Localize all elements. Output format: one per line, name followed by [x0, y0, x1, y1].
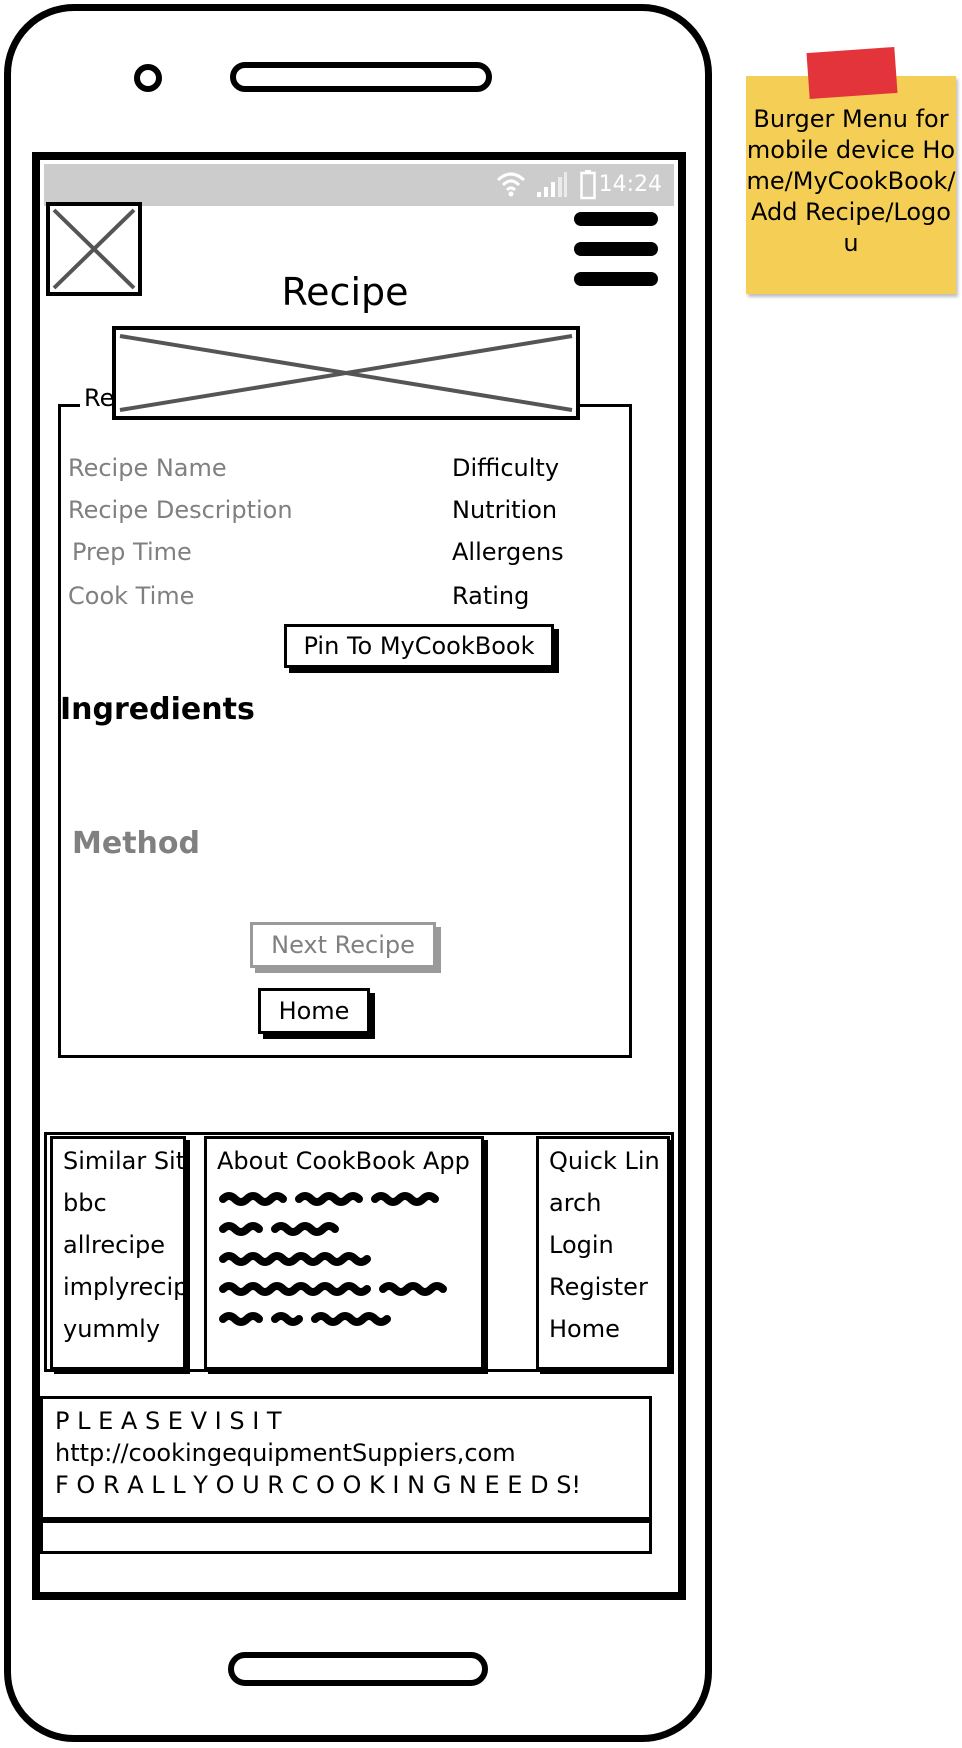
method-heading: Method — [72, 826, 200, 861]
burger-bar — [574, 242, 658, 256]
about-title: About CookBook App — [217, 1147, 470, 1175]
similar-sites-box: Similar Sit bbc allrecipe implyrecip yum… — [50, 1136, 186, 1370]
signal-icon — [537, 172, 567, 197]
prep-time-label: Prep Time — [72, 538, 192, 566]
recipe-description-label: Recipe Description — [68, 496, 293, 524]
similar-site-link[interactable]: allrecipe — [63, 1231, 165, 1259]
next-recipe-button[interactable]: Next Recipe — [250, 922, 436, 968]
quick-link-register[interactable]: Register — [549, 1273, 648, 1301]
similar-site-link[interactable]: bbc — [63, 1189, 107, 1217]
advert-line-3: F O R A L L Y O U R C O O K I N G N E E … — [55, 1471, 582, 1499]
speaker-slot — [230, 62, 492, 92]
burger-bar — [574, 272, 658, 286]
similar-sites-title: Similar Sit — [63, 1147, 186, 1175]
hardware-home-button[interactable] — [228, 1652, 488, 1686]
pin-to-mycookbook-button[interactable]: Pin To MyCookBook — [284, 624, 554, 668]
burger-bar — [574, 212, 658, 226]
recipe-image-placeholder — [112, 326, 580, 420]
quick-link-search[interactable]: arch — [549, 1189, 601, 1217]
wifi-icon — [496, 172, 526, 197]
nutrition-label: Nutrition — [452, 496, 558, 524]
difficulty-label: Difficulty — [452, 454, 560, 482]
camera-icon — [134, 64, 162, 92]
similar-site-link[interactable]: implyrecip — [63, 1273, 183, 1301]
recipe-name-label: Recipe Name — [68, 454, 227, 482]
sticky-note-text: Burger Menu for mobile device Home/MyCoo… — [746, 105, 956, 257]
advert-line-1: P L E A S E V I S I T — [55, 1407, 282, 1435]
rating-label: Rating — [452, 582, 530, 610]
quick-link-login[interactable]: Login — [549, 1231, 614, 1259]
similar-site-link[interactable]: yummly — [63, 1315, 160, 1343]
status-time: 14:24 — [598, 172, 662, 197]
allergens-label: Allergens — [452, 538, 564, 566]
bottom-strip — [40, 1520, 652, 1554]
status-bar: 14:24 — [44, 164, 674, 206]
logo-image-placeholder[interactable] — [46, 202, 142, 296]
image-placeholder-icon — [52, 208, 136, 290]
image-placeholder-icon — [119, 334, 573, 412]
advert-banner[interactable]: P L E A S E V I S I T http://cookingequi… — [40, 1396, 652, 1520]
home-button[interactable]: Home — [258, 988, 370, 1034]
cook-time-label: Cook Time — [68, 582, 195, 610]
advert-url[interactable]: http://cookingequipmentSuppiers,com — [55, 1439, 516, 1467]
about-box: About CookBook App — [204, 1136, 484, 1370]
burger-menu-icon[interactable] — [574, 212, 658, 286]
quick-links-title: Quick Lin — [549, 1147, 660, 1175]
quick-links-box: Quick Lin arch Login Register Home — [536, 1136, 670, 1370]
battery-icon — [580, 170, 596, 200]
placeholder-text-scribble — [219, 1192, 447, 1326]
quick-link-home[interactable]: Home — [549, 1315, 620, 1343]
sticky-tape — [806, 46, 898, 100]
ingredients-heading: Ingredients — [60, 692, 255, 727]
page-title: Recipe — [281, 270, 409, 314]
